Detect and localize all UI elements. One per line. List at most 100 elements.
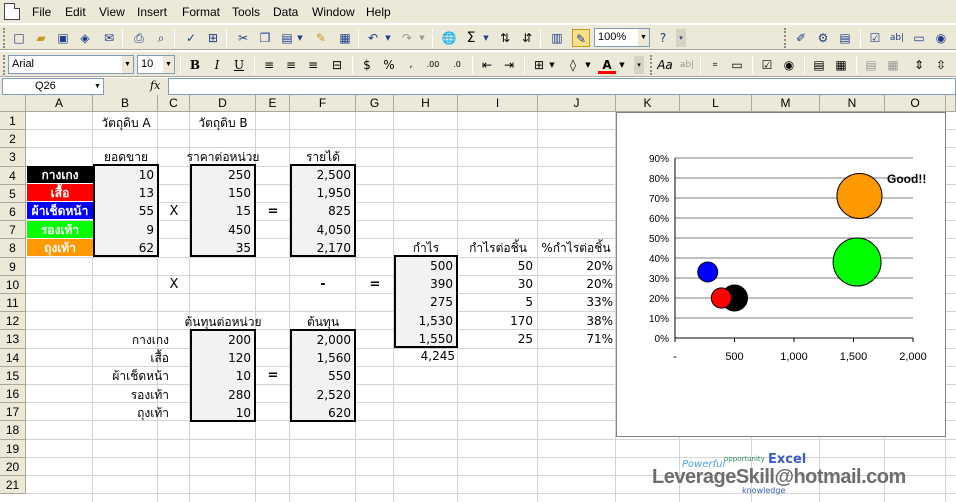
sort-descending-icon[interactable]: ⇵ — [518, 29, 536, 47]
bubble-chart[interactable]: 90% 80% 70% 60% 50% 40% 30% 20% 10% 0% - 500 1,000 1,… — [616, 112, 946, 437]
column-header-i[interactable]: I — [458, 95, 538, 112]
toolbar-grip[interactable] — [650, 55, 654, 75]
chevron-down-icon[interactable]: ▼ — [163, 56, 174, 73]
permission-icon[interactable]: ◈ — [76, 29, 94, 47]
cost-cell[interactable]: 1,560 — [290, 349, 354, 367]
column-header-h[interactable]: H — [394, 95, 458, 112]
profit-total[interactable]: 4,245 — [394, 347, 458, 365]
redo-dropdown-icon[interactable]: ▼ — [418, 29, 426, 47]
font-size-combo[interactable]: 10 ▼ — [137, 55, 175, 74]
profit-per-unit-cell[interactable]: 30 — [458, 275, 536, 293]
row-header-1[interactable]: 1 — [0, 112, 26, 131]
profit-per-unit-cell[interactable]: 50 — [458, 257, 536, 275]
unit-cost-cell[interactable]: 10 — [190, 367, 254, 385]
column-header-g[interactable]: G — [356, 95, 394, 112]
menu-edit[interactable]: Edit — [65, 5, 86, 19]
row-header-10[interactable]: 10 — [0, 275, 26, 294]
scroll-bar-icon[interactable]: ⇕ — [910, 56, 928, 74]
price-cell[interactable]: 15 — [190, 202, 254, 220]
autosum-icon[interactable]: Σ — [462, 29, 480, 47]
column-header-o[interactable]: O — [885, 95, 946, 112]
spinner-icon[interactable]: ⇳ — [932, 56, 950, 74]
menu-file[interactable]: File — [32, 5, 51, 19]
borders-icon[interactable]: ⊞ — [530, 56, 548, 74]
increase-indent-icon[interactable]: ⇥ — [500, 56, 518, 74]
revenue-cell[interactable]: 4,050 — [290, 221, 354, 239]
format-painter-icon[interactable]: ✎ — [312, 29, 330, 47]
combo-box-icon[interactable]: ▦ — [832, 56, 850, 74]
italic-icon[interactable]: I — [208, 56, 226, 74]
font-color-dropdown-icon[interactable]: ▼ — [618, 56, 626, 74]
spelling-icon[interactable]: ✓ — [182, 29, 200, 47]
font-color-icon[interactable]: A — [598, 56, 616, 74]
profit-per-unit-cell[interactable]: 5 — [458, 293, 536, 311]
profit-pct-cell[interactable]: 20% — [538, 257, 616, 275]
menu-format[interactable]: Format — [182, 5, 220, 19]
row-header-4[interactable]: 4 — [0, 166, 26, 185]
insert-function-icon[interactable]: fx — [150, 79, 160, 92]
cost-cell[interactable]: 620 — [290, 404, 354, 422]
button-control-icon[interactable]: ▭ — [910, 29, 928, 47]
row-header-5[interactable]: 5 — [0, 184, 26, 203]
row-header-12[interactable]: 12 — [0, 312, 26, 331]
formula-input[interactable] — [168, 78, 956, 95]
row-header-16[interactable]: 16 — [0, 385, 26, 404]
label-control-icon[interactable]: Aa — [656, 56, 674, 74]
view-code-icon[interactable]: ▤ — [836, 29, 854, 47]
decrease-decimal-icon[interactable]: .0 — [448, 56, 466, 74]
profit-cell[interactable]: 1,550 — [394, 330, 456, 348]
sort-ascending-icon[interactable]: ⇅ — [496, 29, 514, 47]
profit-pct-cell[interactable]: 71% — [538, 330, 616, 348]
email-icon[interactable]: ✉ — [100, 29, 118, 47]
row-header-14[interactable]: 14 — [0, 348, 26, 367]
product-label[interactable]: ผ้าเช็ดหน้า — [27, 202, 93, 221]
column-header-n[interactable]: N — [820, 95, 885, 112]
revenue-cell[interactable]: 825 — [290, 202, 354, 220]
fill-color-dropdown-icon[interactable]: ▼ — [584, 56, 592, 74]
toolbar-grip[interactable] — [784, 28, 788, 48]
product-cost-label[interactable]: ถุงเท้า — [96, 404, 169, 422]
sales-cell[interactable]: 10 — [93, 166, 157, 184]
name-box[interactable]: Q26 ▼ — [2, 78, 104, 95]
product-cost-label[interactable]: กางเกง — [96, 331, 169, 349]
sales-cell[interactable]: 9 — [93, 221, 157, 239]
redo-icon[interactable]: ↷ — [398, 29, 416, 47]
underline-icon[interactable]: U — [230, 56, 248, 74]
copy-icon[interactable]: ❐ — [256, 29, 274, 47]
column-header-e[interactable]: E — [256, 95, 290, 112]
help-icon[interactable]: ? — [654, 29, 672, 47]
toolbar-grip[interactable] — [3, 55, 7, 75]
font-name-combo[interactable]: Arial ▼ — [8, 55, 134, 74]
new-icon[interactable]: □ — [10, 29, 28, 47]
combo-dropdown-edit-icon[interactable]: ▦ — [884, 56, 902, 74]
product-label[interactable]: กางเกง — [27, 166, 93, 184]
column-header-m[interactable]: M — [752, 95, 820, 112]
print-preview-icon[interactable]: ⌕ — [152, 29, 170, 47]
profit-cell[interactable]: 390 — [394, 275, 456, 293]
row-header-13[interactable]: 13 — [0, 330, 26, 349]
form-option-icon[interactable]: ◉ — [780, 56, 798, 74]
column-header-f[interactable]: F — [290, 95, 356, 112]
align-right-icon[interactable]: ≡ — [304, 56, 322, 74]
sales-cell[interactable]: 62 — [93, 239, 157, 257]
align-center-icon[interactable]: ≡ — [282, 56, 300, 74]
row-header-6[interactable]: 6 — [0, 203, 26, 222]
form-checkbox-icon[interactable]: ☑ — [758, 56, 776, 74]
textbox-control-icon[interactable]: ab| — [888, 29, 906, 47]
drawing-icon[interactable]: ✎ — [572, 29, 590, 47]
price-cell[interactable]: 150 — [190, 184, 254, 202]
profit-cell[interactable]: 1,530 — [394, 312, 456, 330]
fill-color-icon[interactable]: ◊ — [564, 56, 582, 74]
column-header-d[interactable]: D — [190, 95, 256, 112]
column-header-partial[interactable] — [946, 95, 956, 112]
research-icon[interactable]: ⊞ — [204, 29, 222, 47]
product-cost-label[interactable]: เสื้อ — [96, 349, 169, 367]
zoom-combo[interactable]: 100% ▼ — [594, 28, 650, 47]
menu-window[interactable]: Window — [312, 5, 355, 19]
save-icon[interactable]: ▣ — [54, 29, 72, 47]
unit-cost-cell[interactable]: 120 — [190, 349, 254, 367]
column-header-j[interactable]: J — [538, 95, 616, 112]
option-button-icon[interactable]: ◉ — [932, 29, 950, 47]
profit-per-unit-cell[interactable]: 170 — [458, 312, 536, 330]
product-label[interactable]: รองเท้า — [27, 220, 93, 239]
